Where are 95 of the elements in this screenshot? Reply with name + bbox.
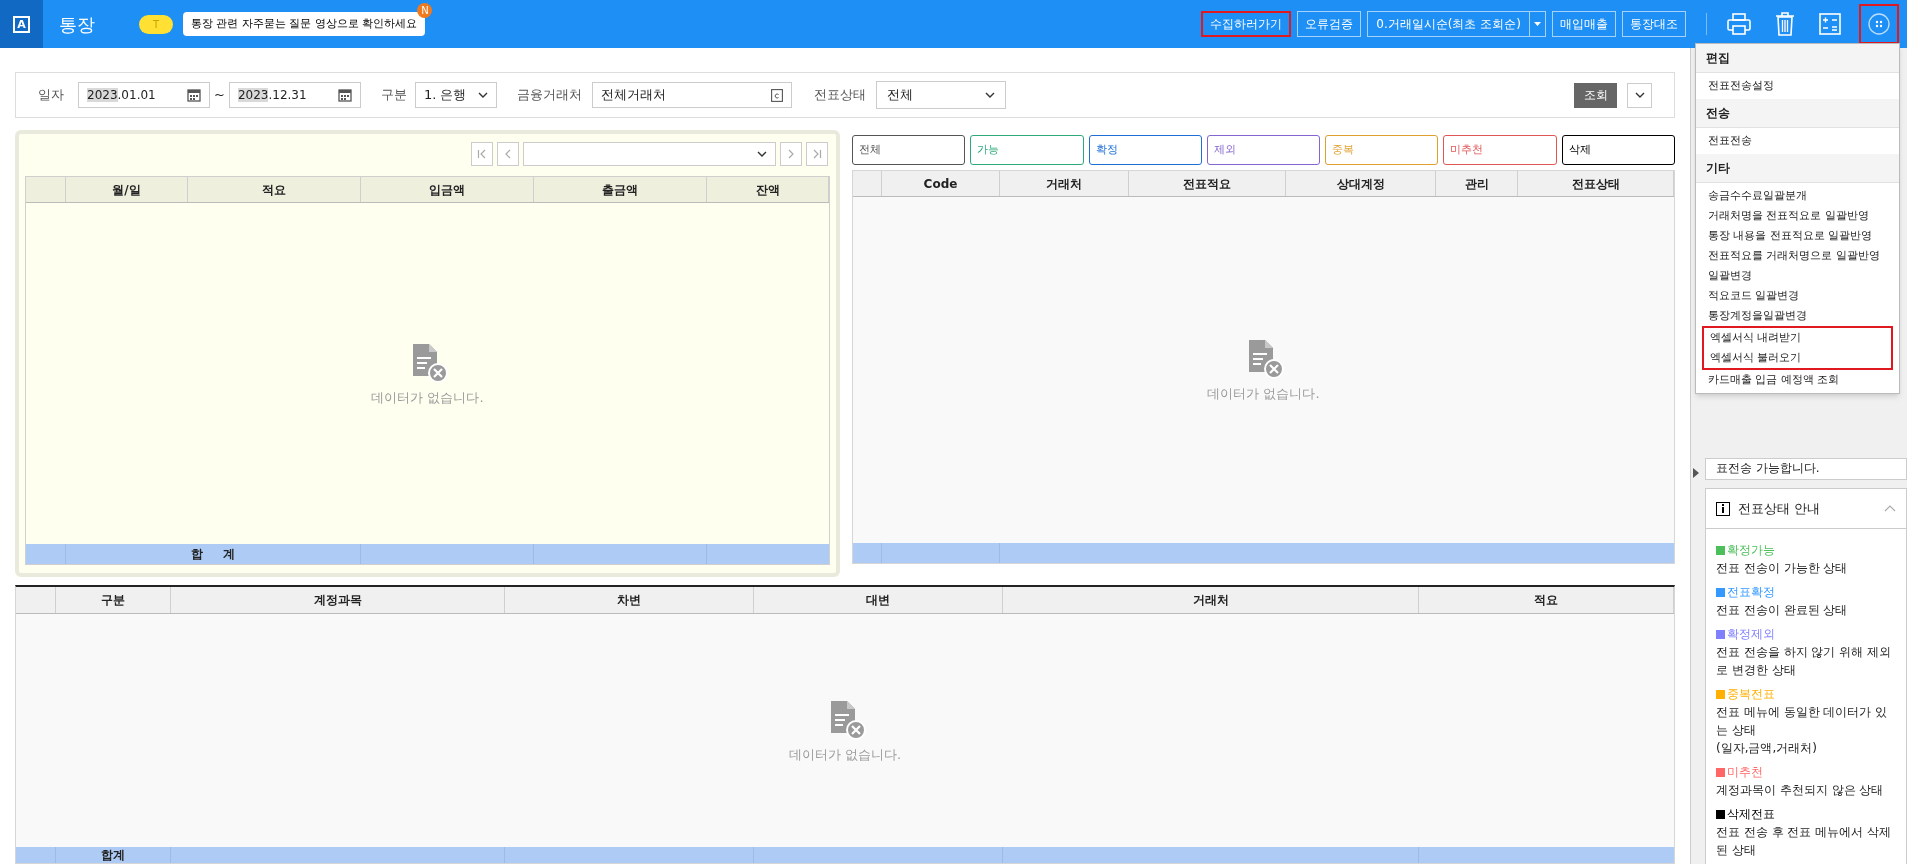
page-title: 통장 (59, 12, 95, 37)
calendar-icon[interactable] (187, 88, 201, 102)
empty-message: 데이터가 없습니다. (1207, 385, 1320, 404)
next-page-button[interactable] (780, 142, 802, 166)
column-header: 적요 (1419, 587, 1674, 613)
menu-section-header: 편집 (1696, 44, 1899, 73)
column-header: 출금액 (534, 177, 707, 202)
menu-item[interactable]: 전표적요를 거래처명으로 일괄반영 (1702, 246, 1893, 266)
column-header: 입금액 (361, 177, 534, 202)
chevron-left-icon (503, 149, 513, 159)
status-filter-chip[interactable]: 전체 (852, 135, 966, 165)
column-header: 잔액 (707, 177, 829, 202)
page-select[interactable] (523, 142, 776, 166)
range-separator: ~ (214, 86, 225, 105)
logo-icon: A (13, 15, 30, 33)
legend-description: 전표 메뉴에 동일한 데이터가 있는 상태 (일자,금액,거래처) (1716, 704, 1889, 757)
legend-description: 전표 전송이 가능한 상태 (1716, 560, 1849, 577)
last-page-button[interactable] (806, 142, 828, 166)
legend-description: 전표 전송 후 전표 메뉴에서 삭제된 상태 (1716, 824, 1893, 859)
first-page-button[interactable] (471, 142, 493, 166)
column-header: 월/일 (66, 177, 188, 202)
type-select[interactable]: 1. 은행 (414, 82, 497, 108)
lookup-icon[interactable] (770, 88, 783, 102)
field-label: 금융거래처 (516, 86, 582, 105)
menu-item[interactable]: 적요코드 일괄변경 (1702, 286, 1893, 306)
chevron-up-icon[interactable] (1884, 505, 1896, 512)
field-label: 전표상태 (813, 86, 866, 105)
print-icon[interactable] (1727, 13, 1751, 35)
guide-title: 전표상태 안내 (1738, 499, 1821, 518)
empty-message: 데이터가 없습니다. (788, 745, 902, 764)
legend-name: 중복전표 (1727, 686, 1775, 703)
column-header: 전표상태 (1518, 171, 1674, 196)
collapse-icon[interactable] (1693, 468, 1699, 478)
search-button[interactable]: 조회 (1574, 82, 1617, 108)
column-header: 거래처 (1003, 587, 1419, 613)
legend-name: 삭제전표 (1727, 806, 1775, 823)
menu-section-header: 기타 (1696, 154, 1899, 183)
menu-item[interactable]: 카드매출 입금 예정액 조회 (1702, 370, 1893, 390)
user-badge: T (139, 14, 173, 34)
field-label: 일자 (38, 86, 64, 105)
column-header: 전표적요 (1129, 171, 1286, 196)
column-header: 구분 (56, 587, 171, 613)
menu-item[interactable]: 엑셀서식 내려받기 (1702, 326, 1893, 348)
calendar-icon[interactable] (337, 88, 352, 102)
legend-description: 전표 전송을 하지 않기 위해 제외로 변경한 상태 (1716, 644, 1893, 679)
chevron-right-icon (786, 149, 796, 159)
column-header: 거래처 (1000, 171, 1129, 196)
legend-description: 전표 전송이 완료된 상태 (1716, 602, 1849, 619)
status-select[interactable]: 전체 (875, 81, 1006, 109)
total-label: 합계 (101, 849, 125, 861)
caret-icon (984, 92, 995, 98)
menu-item[interactable]: 전표전송설정 (1702, 76, 1893, 96)
caret-icon (477, 92, 488, 98)
column-header: Code (882, 171, 1000, 196)
status-filter-chip[interactable]: 제외 (1206, 135, 1321, 165)
menu-section-header: 전송 (1696, 99, 1899, 128)
caret-icon (1534, 22, 1541, 26)
legend-description: 계정과목이 추천되지 않은 상태 (1716, 782, 1885, 799)
caret-icon (1634, 92, 1645, 98)
date-field[interactable]: 2023.01.01 (78, 82, 210, 108)
more-icon (1868, 13, 1890, 35)
column-header: 관리 (1436, 171, 1518, 196)
menu-item[interactable]: 통장 내용을 전표적요로 일괄반영 (1702, 226, 1893, 246)
legend-name: 확정제외 (1727, 626, 1775, 643)
date-field[interactable]: 2023.12.31 (228, 82, 361, 108)
status-filter-chip[interactable]: 삭제 (1561, 135, 1675, 165)
menu-item[interactable]: 전표전송 (1702, 131, 1893, 151)
column-header: 차변 (505, 587, 754, 613)
field-label: 구분 (380, 86, 407, 105)
caret-icon (757, 151, 767, 157)
notice-text: 표전송 가능합니다. (1716, 460, 1820, 477)
empty-message: 데이터가 없습니다. (371, 388, 484, 407)
column-header: 대변 (754, 587, 1003, 613)
legend-name: 전표확정 (1727, 584, 1775, 601)
total-label: 합 계 (190, 546, 236, 563)
menu-item[interactable]: 거래처명을 전표적요로 일괄반영 (1702, 206, 1893, 226)
column-header: 적요 (188, 177, 361, 202)
partner-field[interactable]: 전체거래처 (591, 82, 792, 108)
status-filter-chip[interactable]: 확정 (1088, 135, 1202, 165)
column-header: 상대계정 (1286, 171, 1436, 196)
status-filter-chip[interactable]: 미추천 (1443, 135, 1557, 165)
legend-name: 미추천 (1727, 764, 1763, 781)
menu-item[interactable]: 일괄변경 (1702, 266, 1893, 286)
legend-name: 확정가능 (1727, 542, 1775, 559)
first-page-icon (477, 149, 487, 159)
expand-button[interactable] (1627, 82, 1652, 108)
menu-item[interactable]: 엑셀서식 불러오기 (1702, 348, 1893, 370)
trash-icon[interactable] (1775, 12, 1795, 36)
menu-item[interactable]: 통장계정을일괄변경 (1702, 306, 1893, 326)
column-header: 계정과목 (171, 587, 505, 613)
calculator-icon[interactable] (1819, 13, 1841, 35)
last-page-icon (812, 149, 822, 159)
previous-page-button[interactable] (497, 142, 519, 166)
menu-item[interactable]: 송금수수료일괄분개 (1702, 186, 1893, 206)
info-icon (1716, 501, 1730, 516)
